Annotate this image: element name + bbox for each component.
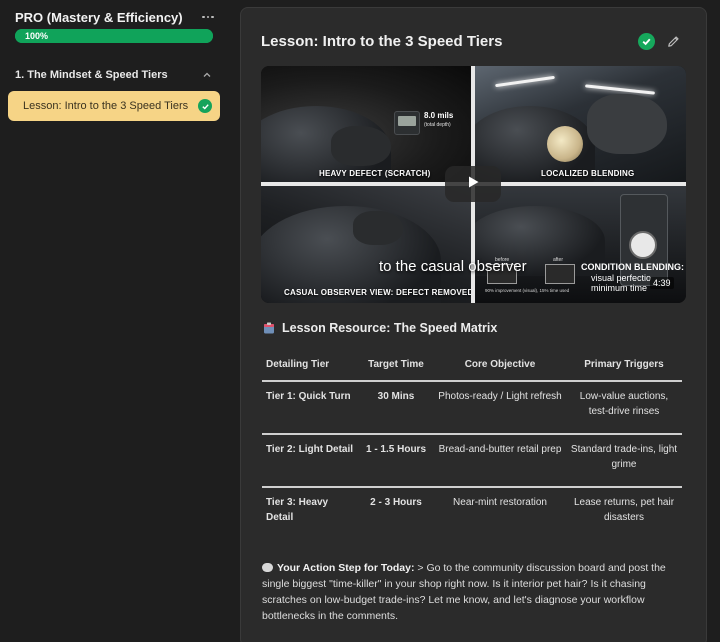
check-circle-icon[interactable]	[638, 33, 655, 50]
polisher-image	[547, 126, 583, 162]
video-frame-localized-blending: LOCALIZED BLENDING	[475, 66, 686, 182]
speech-bubble-icon	[262, 563, 273, 572]
video-subtitle: to the casual observer	[379, 258, 527, 275]
play-icon	[465, 174, 481, 195]
lesson-video[interactable]: 8.0 mils (total depth) HEAVY DEFECT (SCR…	[261, 66, 686, 303]
gauge-sub: (total depth)	[424, 122, 451, 128]
pencil-icon[interactable]	[666, 34, 681, 49]
glove-image	[353, 211, 403, 245]
column-header: Target Time	[358, 348, 434, 382]
condition-blending-title: CONDITION BLENDING:	[581, 262, 684, 272]
caption-casual-observer: CASUAL OBSERVER VIEW: DEFECT REMOVED	[284, 288, 471, 297]
lesson-title: Lesson: Intro to the 3 Speed Tiers	[261, 33, 503, 50]
table-cell: Lease returns, pet hair disasters	[573, 497, 675, 523]
paint-gauge-image	[394, 111, 420, 135]
caption-localized-blending: LOCALIZED BLENDING	[541, 169, 635, 178]
table-cell: Standard trade-ins, light grime	[566, 434, 682, 488]
shop-light	[495, 75, 555, 88]
section-header[interactable]: 1. The Mindset & Speed Tiers	[15, 66, 213, 84]
course-title: PRO (Mastery & Efficiency)	[15, 9, 183, 25]
table-row: Tier 1: Quick Turn 30 Mins Photos-ready …	[262, 381, 682, 435]
table-cell: Bread-and-butter retail prep	[434, 434, 566, 488]
table-cell: Tier 3: Heavy Detail	[266, 497, 329, 523]
chevron-up-icon[interactable]	[201, 69, 213, 81]
section-title: 1. The Mindset & Speed Tiers	[15, 69, 168, 81]
column-header: Primary Triggers	[566, 348, 682, 382]
improvement-note: 90% improvement (visual), 15% time used	[485, 288, 570, 293]
progress-label: 100%	[25, 31, 49, 41]
table-cell: Photos-ready / Light refresh	[434, 381, 566, 435]
table-cell: Tier 1: Quick Turn	[262, 381, 358, 435]
table-cell: 2 - 3 Hours	[370, 497, 422, 508]
video-frame-casual-observer: CASUAL OBSERVER VIEW: DEFECT REMOVED	[261, 186, 471, 303]
speed-matrix-table: Detailing Tier Target Time Core Objectiv…	[262, 348, 682, 540]
column-header: Detailing Tier	[262, 348, 358, 382]
sidebar-lesson-label: Lesson: Intro to the 3 Speed Tiers	[23, 100, 189, 112]
course-sidebar: PRO (Mastery & Efficiency) 100% 1. The M…	[0, 0, 228, 642]
course-header: PRO (Mastery & Efficiency)	[15, 8, 215, 26]
course-progress-bar: 100%	[15, 29, 213, 43]
condition-blending-sub: visual perfectio minimum time	[591, 273, 652, 293]
check-circle-icon	[198, 99, 212, 113]
table-header-row: Detailing Tier Target Time Core Objectiv…	[262, 348, 682, 382]
table-row: Tier 3: Heavy Detail 2 - 3 Hours Near-mi…	[262, 487, 682, 540]
lesson-panel: Lesson: Intro to the 3 Speed Tiers 8.0 m…	[240, 7, 707, 642]
video-duration: 4:39	[650, 277, 674, 289]
technician-image	[587, 94, 667, 154]
table-row: Tier 2: Light Detail 1 - 1.5 Hours Bread…	[262, 434, 682, 488]
resource-title: Lesson Resource: The Speed Matrix	[282, 321, 498, 335]
resource-heading: Lesson Resource: The Speed Matrix	[263, 321, 497, 335]
table-cell: Low-value auctions, test-drive rinses	[566, 381, 682, 435]
condition-sub-line: visual perfectio	[591, 273, 652, 283]
more-horizontal-icon[interactable]	[201, 10, 215, 24]
glove-image	[331, 126, 391, 166]
clipboard-icon	[263, 322, 275, 334]
table-cell: 1 - 1.5 Hours	[358, 434, 434, 488]
action-step-label: Your Action Step for Today:	[277, 562, 415, 574]
after-thumbnail	[545, 264, 575, 284]
condition-sub-line: minimum time	[591, 283, 648, 293]
column-header: Core Objective	[434, 348, 566, 382]
stopwatch-icon	[629, 231, 657, 259]
sidebar-lesson-item[interactable]: Lesson: Intro to the 3 Speed Tiers	[8, 91, 220, 121]
play-button[interactable]	[445, 166, 501, 202]
table-cell: Tier 2: Light Detail	[262, 434, 358, 488]
video-frame-heavy-defect: 8.0 mils (total depth) HEAVY DEFECT (SCR…	[261, 66, 471, 182]
gauge-reading: 8.0 mils	[424, 111, 454, 120]
action-step: Your Action Step for Today: > Go to the …	[262, 560, 690, 624]
table-cell: Near-mint restoration	[453, 497, 547, 508]
after-label: after	[553, 257, 564, 263]
caption-heavy-defect: HEAVY DEFECT (SCRATCH)	[319, 169, 431, 178]
table-cell: 30 Mins	[358, 381, 434, 435]
